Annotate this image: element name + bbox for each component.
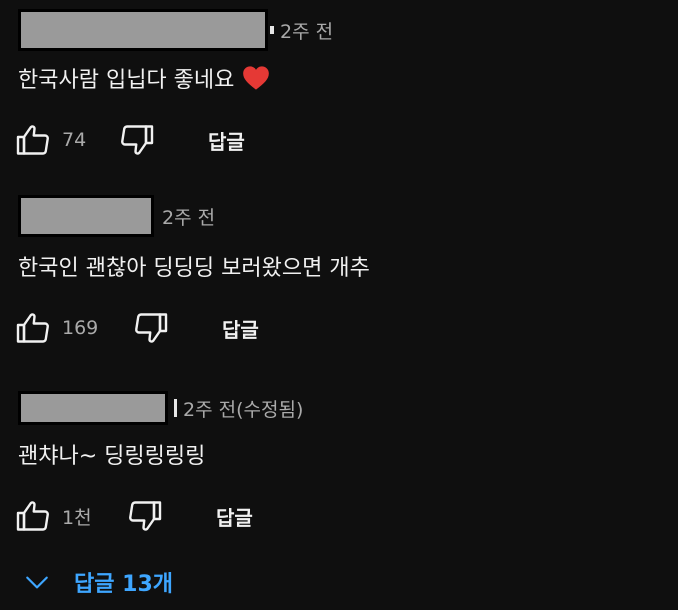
comment-text: 한국사람 입닙다 좋네요 [18,62,270,94]
like-count: 1천 [62,506,92,529]
comment-header: 2주 전(수정됨) [18,386,303,430]
comment-text: 괜챠나~ 딩링링링링 [18,438,205,470]
thumbs-down-icon [121,125,154,155]
thumbs-down-icon [135,313,168,343]
reply-button[interactable]: 답글 [222,314,259,343]
comment-body: 괜챠나~ 딩링링링링 [18,444,206,469]
dislike-button[interactable] [132,309,170,347]
like-button[interactable] [14,497,52,535]
comment-text: 한국인 괜찮아 딩딩딩 보러왔으면 개추 [18,250,370,282]
heart-icon [243,66,270,90]
comment-item: 2주 전 한국인 괜찮아 딩딩딩 보러왔으면 개추 169 답글 [0,186,678,376]
comment-body: 한국인 괜찮아 딩딩딩 보러왔으면 개추 [18,256,370,281]
author-name-fragment [174,399,177,417]
like-count: 169 [62,317,99,339]
comment-body: 한국사람 입닙다 좋네요 [18,68,235,93]
comment-item: 2주 전(수정됨) 괜챠나~ 딩링링링링 1천 답글 [0,376,678,566]
comment-header: 2주 전 [18,8,333,52]
like-count: 74 [62,129,87,151]
thumbs-down-icon [129,501,162,531]
comment-header: 2주 전 [18,194,215,238]
comment-time[interactable]: 2주 전 [280,17,333,44]
reply-button[interactable]: 답글 [208,126,245,155]
thumbs-up-icon [16,501,49,531]
author-name-redacted[interactable] [18,9,268,51]
chevron-down-icon [26,576,48,589]
author-name-fragment [270,26,274,34]
comment-time[interactable]: 2주 전 [162,203,215,230]
comment-time[interactable]: 2주 전(수정됨) [183,395,303,422]
dislike-button[interactable] [118,121,156,159]
like-button[interactable] [14,121,52,159]
author-name-redacted[interactable] [18,391,168,425]
reply-button[interactable]: 답글 [216,502,253,531]
comment-item: 2주 전 한국사람 입닙다 좋네요 74 답글 [0,0,678,190]
like-button[interactable] [14,309,52,347]
dislike-button[interactable] [126,497,164,535]
comment-actions: 74 답글 [14,118,245,162]
view-replies-label: 답글 13개 [74,572,173,597]
view-replies-button[interactable]: 답글 13개 [24,562,173,602]
thumbs-up-icon [16,313,49,343]
comment-actions: 1천 답글 [14,494,253,538]
comment-actions: 169 답글 [14,306,259,350]
author-name-redacted[interactable] [18,195,154,237]
thumbs-up-icon [16,125,49,155]
